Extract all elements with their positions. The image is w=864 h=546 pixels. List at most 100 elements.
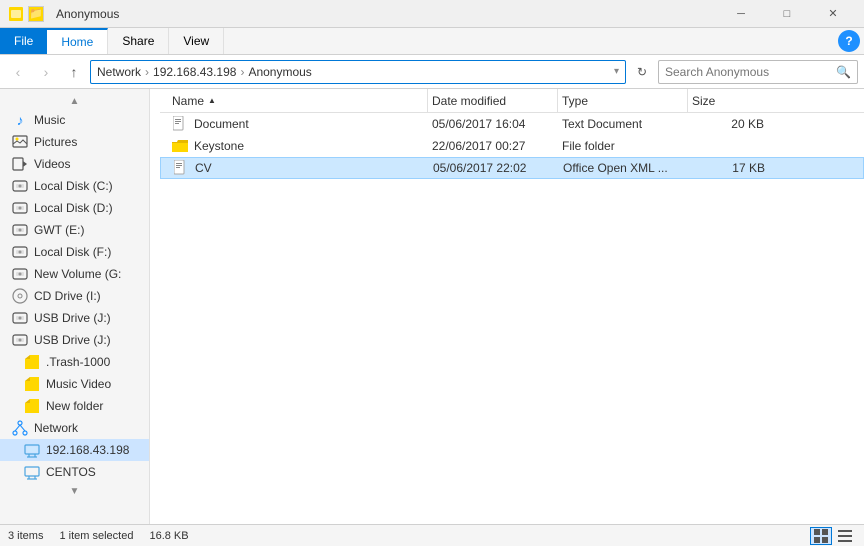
folder-icon: 📁 — [28, 6, 44, 22]
table-row[interactable]: Document 05/06/2017 16:04 Text Document … — [160, 113, 864, 135]
sidebar-item-videos[interactable]: Videos — [0, 153, 149, 175]
address-path[interactable]: Network › 192.168.43.198 › Anonymous ▾ — [90, 60, 626, 84]
sidebar-label-music: Music — [34, 113, 65, 127]
centos-icon — [24, 464, 40, 480]
search-input[interactable] — [665, 65, 832, 79]
ribbon-tabs: File Home Share View ? — [0, 28, 864, 54]
folder-keystone-icon — [172, 138, 188, 154]
ip-icon — [24, 442, 40, 458]
sidebar: ▲ ♪ Music Pictures Videos — [0, 89, 150, 524]
sidebar-item-pictures[interactable]: Pictures — [0, 131, 149, 153]
close-button[interactable]: ✕ — [810, 0, 856, 28]
col-header-date[interactable]: Date modified — [428, 89, 558, 112]
sidebar-item-usb-j1[interactable]: USB Drive (J:) — [0, 307, 149, 329]
usb-j1-icon — [12, 310, 28, 326]
tab-file[interactable]: File — [0, 28, 47, 54]
sidebar-item-network[interactable]: Network — [0, 417, 149, 439]
table-row[interactable]: Keystone 22/06/2017 00:27 File folder — [160, 135, 864, 157]
list-view-button[interactable] — [834, 527, 856, 545]
selected-info: 1 item selected — [59, 530, 133, 542]
tab-home[interactable]: Home — [47, 28, 108, 54]
sidebar-label-new-folder: New folder — [46, 399, 103, 413]
sidebar-label-cd-i: CD Drive (I:) — [34, 289, 101, 303]
sidebar-item-new-folder[interactable]: New folder — [0, 395, 149, 417]
col-header-type[interactable]: Type — [558, 89, 688, 112]
refresh-button[interactable]: ↻ — [630, 60, 654, 84]
sidebar-item-music[interactable]: ♪ Music — [0, 109, 149, 131]
col-header-size[interactable]: Size — [688, 89, 768, 112]
sidebar-label-network: Network — [34, 421, 78, 435]
file-type-keystone: File folder — [558, 139, 688, 153]
title-bar: 📁 Anonymous ─ □ ✕ — [0, 0, 864, 28]
item-count: 3 items — [8, 530, 43, 542]
forward-button[interactable]: › — [34, 60, 58, 84]
sidebar-item-disk-d[interactable]: Local Disk (D:) — [0, 197, 149, 219]
sidebar-scroll-up[interactable]: ▲ — [0, 93, 149, 109]
sidebar-label-usb-j1: USB Drive (J:) — [34, 311, 111, 325]
trash-icon — [24, 354, 40, 370]
app-icon — [8, 6, 24, 22]
sidebar-label-usb-j2: USB Drive (J:) — [34, 333, 111, 347]
sidebar-label-pictures: Pictures — [34, 135, 77, 149]
sidebar-item-centos[interactable]: CENTOS — [0, 461, 149, 483]
view-toggle — [810, 527, 856, 545]
sidebar-wrapper: ▲ ♪ Music Pictures Videos — [0, 89, 160, 524]
file-area: Name ▲ Date modified Type Size Doc — [160, 89, 864, 524]
file-date-cv: 05/06/2017 22:02 — [429, 161, 559, 175]
sidebar-label-centos: CENTOS — [46, 465, 96, 479]
back-button[interactable]: ‹ — [6, 60, 30, 84]
sidebar-item-cd-i[interactable]: CD Drive (I:) — [0, 285, 149, 307]
path-anon[interactable]: Anonymous — [248, 65, 311, 79]
ribbon: File Home Share View ? — [0, 28, 864, 55]
music-video-icon — [24, 376, 40, 392]
videos-icon — [12, 156, 28, 172]
status-bar: 3 items 1 item selected 16.8 KB — [0, 524, 864, 546]
sidebar-item-vol-g[interactable]: New Volume (G: — [0, 263, 149, 285]
sidebar-item-gwt-e[interactable]: GWT (E:) — [0, 219, 149, 241]
grid-view-button[interactable] — [810, 527, 832, 545]
tab-view[interactable]: View — [169, 28, 224, 54]
maximize-button[interactable]: □ — [764, 0, 810, 28]
file-header: Name ▲ Date modified Type Size — [160, 89, 864, 113]
sidebar-label-disk-c: Local Disk (C:) — [34, 179, 113, 193]
file-size-document: 20 KB — [688, 117, 768, 131]
file-date-keystone: 22/06/2017 00:27 — [428, 139, 558, 153]
sort-indicator: ▲ — [208, 96, 216, 105]
help-button[interactable]: ? — [838, 30, 860, 52]
sidebar-item-disk-f[interactable]: Local Disk (F:) — [0, 241, 149, 263]
search-box[interactable]: 🔍 — [658, 60, 858, 84]
table-row[interactable]: CV 05/06/2017 22:02 Office Open XML ... … — [160, 157, 864, 179]
sidebar-label-videos: Videos — [34, 157, 70, 171]
sidebar-item-trash[interactable]: .Trash-1000 — [0, 351, 149, 373]
new-folder-icon — [24, 398, 40, 414]
disk-d-icon — [12, 200, 28, 216]
sidebar-item-disk-c[interactable]: Local Disk (C:) — [0, 175, 149, 197]
path-caret: ▾ — [614, 66, 619, 77]
path-ip[interactable]: 192.168.43.198 — [153, 65, 236, 79]
path-network[interactable]: Network — [97, 65, 141, 79]
sidebar-label-gwt-e: GWT (E:) — [34, 223, 84, 237]
file-name-keystone: Keystone — [168, 138, 428, 154]
file-type-cv: Office Open XML ... — [559, 161, 689, 175]
sidebar-scroll-down[interactable]: ▼ — [0, 483, 149, 499]
network-icon — [12, 420, 28, 436]
sidebar-item-usb-j2[interactable]: USB Drive (J:) — [0, 329, 149, 351]
gwt-e-icon — [12, 222, 28, 238]
window-controls: ─ □ ✕ — [718, 0, 856, 28]
col-header-name[interactable]: Name ▲ — [168, 89, 428, 112]
file-list: Document 05/06/2017 16:04 Text Document … — [160, 113, 864, 524]
search-icon: 🔍 — [836, 65, 851, 79]
file-name-cv: CV — [169, 160, 429, 176]
minimize-button[interactable]: ─ — [718, 0, 764, 28]
sidebar-label-ip: 192.168.43.198 — [46, 443, 129, 457]
tab-share[interactable]: Share — [108, 28, 169, 54]
pictures-icon — [12, 134, 28, 150]
file-date-document: 05/06/2017 16:04 — [428, 117, 558, 131]
file-name-document: Document — [168, 116, 428, 132]
sidebar-item-music-video[interactable]: Music Video — [0, 373, 149, 395]
disk-f-icon — [12, 244, 28, 260]
up-button[interactable]: ↑ — [62, 60, 86, 84]
sidebar-label-music-video: Music Video — [46, 377, 111, 391]
main-area: ▲ ♪ Music Pictures Videos — [0, 89, 864, 524]
sidebar-item-ip[interactable]: 192.168.43.198 — [0, 439, 149, 461]
